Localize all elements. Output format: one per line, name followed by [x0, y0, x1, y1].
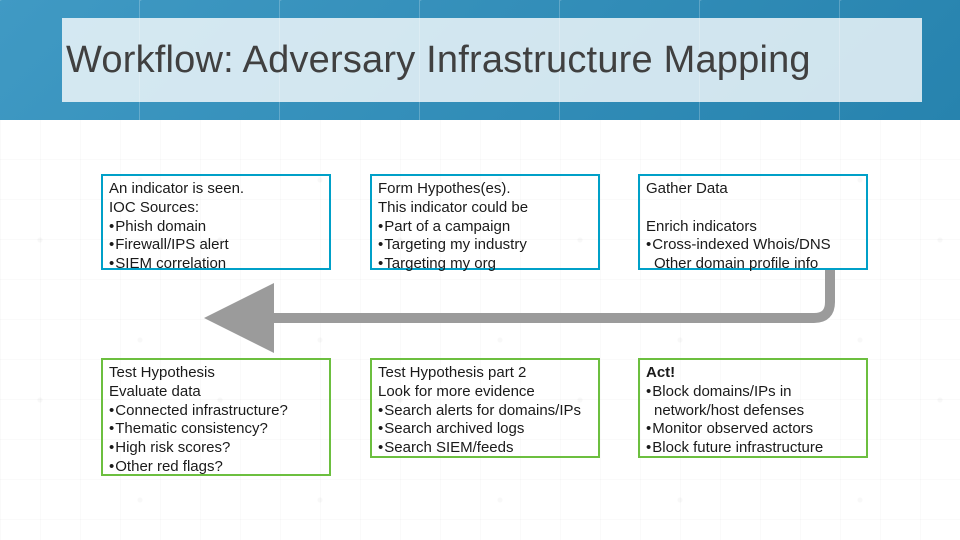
box-heading: Act! [646, 364, 860, 383]
bullet: High risk scores? [109, 439, 230, 456]
box-subheading: Look for more evidence [378, 383, 592, 402]
bullet: Phish domain [109, 218, 206, 235]
box-act: Act! Block domains/IPs in network/host d… [638, 358, 868, 458]
bullet: Thematic consistency? [109, 420, 268, 437]
box-gather-data: Gather Data Enrich indicators Cross-inde… [638, 174, 868, 270]
bullet: Targeting my industry [378, 236, 527, 253]
bullet: Search archived logs [378, 420, 524, 437]
bullet: Part of a campaign [378, 218, 510, 235]
box-subheading: Evaluate data [109, 383, 323, 402]
box-trail-line: Other domain profile info [646, 255, 860, 274]
bullet: Monitor observed actors [646, 420, 813, 437]
box-subheading: This indicator could be [378, 199, 592, 218]
bullet: Targeting my org [378, 255, 496, 272]
bullet-continuation: network/host defenses [646, 402, 860, 421]
box-heading: Gather Data [646, 180, 860, 199]
title-wrap: Workflow: Adversary Infrastructure Mappi… [62, 18, 922, 102]
box-test-hypothesis-2: Test Hypothesis part 2 Look for more evi… [370, 358, 600, 458]
box-heading: Form Hypothes(es). [378, 180, 592, 199]
bullet: Cross-indexed Whois/DNS [646, 236, 831, 253]
bullet: Firewall/IPS alert [109, 236, 229, 253]
box-heading: Test Hypothesis [109, 364, 323, 383]
bullet: Search SIEM/feeds [378, 439, 514, 456]
page-title: Workflow: Adversary Infrastructure Mappi… [62, 39, 811, 82]
box-indicator-seen: An indicator is seen. IOC Sources: Phish… [101, 174, 331, 270]
bullet: Search alerts for domains/IPs [378, 402, 581, 419]
bullet: Block domains/IPs in [646, 383, 792, 400]
bullet: Connected infrastructure? [109, 402, 288, 419]
bullet: SIEM correlation [109, 255, 226, 272]
slide: Workflow: Adversary Infrastructure Mappi… [0, 0, 960, 540]
box-test-hypothesis: Test Hypothesis Evaluate data Connected … [101, 358, 331, 476]
box-heading: Test Hypothesis part 2 [378, 364, 592, 383]
bullet: Block future infrastructure [646, 439, 823, 456]
bullet: Other red flags? [109, 458, 223, 475]
box-heading: An indicator is seen. [109, 180, 323, 199]
box-spacer [646, 199, 860, 218]
box-subheading: IOC Sources: [109, 199, 323, 218]
box-form-hypotheses: Form Hypothes(es). This indicator could … [370, 174, 600, 270]
box-subheading: Enrich indicators [646, 218, 860, 237]
